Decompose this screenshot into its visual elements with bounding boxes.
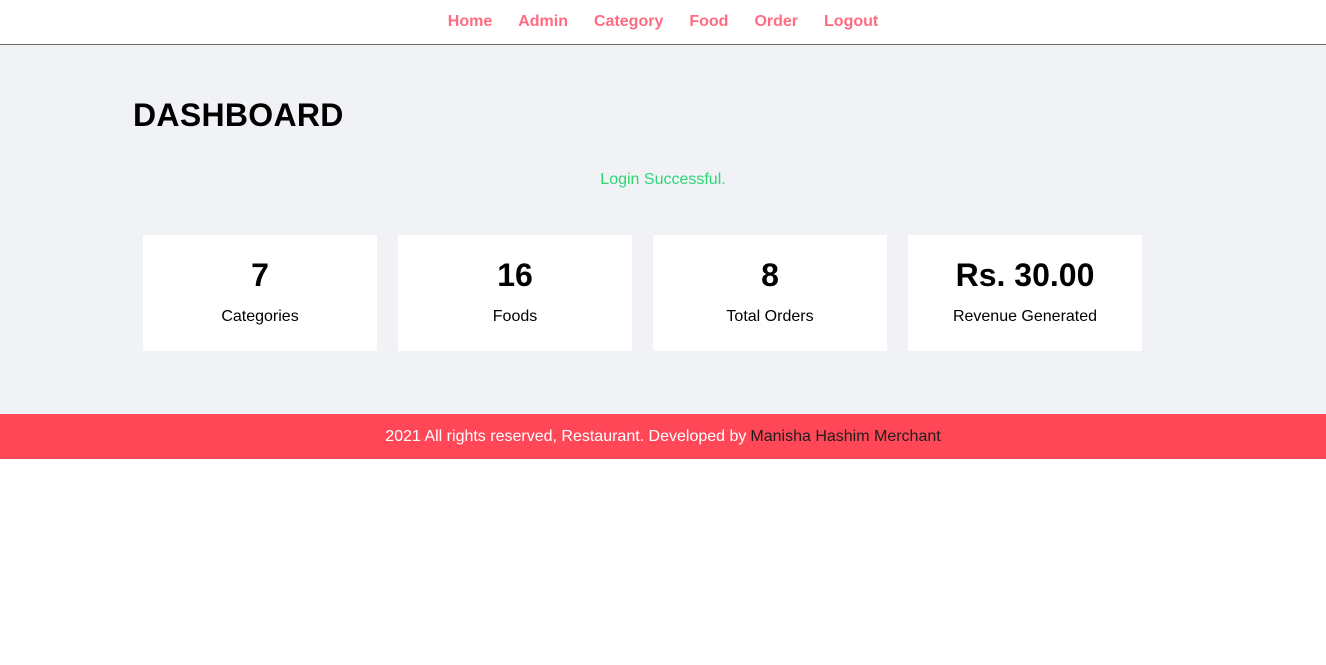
nav-link-order[interactable]: Order bbox=[754, 13, 798, 30]
dashboard-content: DASHBOARD Login Successful. 7 Categories… bbox=[0, 45, 1326, 414]
top-navigation: Home Admin Category Food Order Logout bbox=[0, 0, 1326, 45]
footer-text: 2021 All rights reserved, Restaurant. De… bbox=[385, 427, 747, 445]
stat-label-orders: Total Orders bbox=[726, 308, 814, 325]
stat-value-revenue: Rs. 30.00 bbox=[955, 257, 1095, 293]
nav-item-home: Home bbox=[448, 13, 492, 31]
nav-link-logout[interactable]: Logout bbox=[824, 13, 878, 30]
nav-link-home[interactable]: Home bbox=[448, 13, 492, 30]
login-success-message: Login Successful. bbox=[600, 171, 726, 188]
stat-card-orders: 8 Total Orders bbox=[653, 235, 887, 351]
nav-item-admin: Admin bbox=[518, 13, 568, 31]
nav-link-food[interactable]: Food bbox=[689, 13, 728, 30]
nav-item-order: Order bbox=[754, 13, 798, 31]
nav-link-admin[interactable]: Admin bbox=[518, 13, 568, 30]
nav-item-logout: Logout bbox=[824, 13, 878, 31]
nav-menu: Home Admin Category Food Order Logout bbox=[435, 13, 891, 31]
stat-label-revenue: Revenue Generated bbox=[952, 308, 1098, 325]
stat-value-categories: 7 bbox=[251, 257, 269, 293]
footer: 2021 All rights reserved, Restaurant. De… bbox=[0, 414, 1326, 459]
stat-value-orders: 8 bbox=[761, 257, 779, 293]
stat-label-foods: Foods bbox=[492, 308, 538, 325]
nav-link-category[interactable]: Category bbox=[594, 13, 663, 30]
stat-card-foods: 16 Foods bbox=[398, 235, 632, 351]
stat-card-categories: 7 Categories bbox=[143, 235, 377, 351]
footer-author-link[interactable]: Manisha Hashim Merchant bbox=[750, 428, 940, 446]
nav-item-category: Category bbox=[594, 13, 663, 31]
page-title: DASHBOARD bbox=[133, 97, 344, 133]
stats-cards: 7 Categories 16 Foods 8 Total Orders Rs.… bbox=[143, 235, 1142, 351]
stat-value-foods: 16 bbox=[497, 257, 533, 293]
nav-item-food: Food bbox=[689, 13, 728, 31]
stat-card-revenue: Rs. 30.00 Revenue Generated bbox=[908, 235, 1142, 351]
stat-label-categories: Categories bbox=[221, 308, 299, 325]
